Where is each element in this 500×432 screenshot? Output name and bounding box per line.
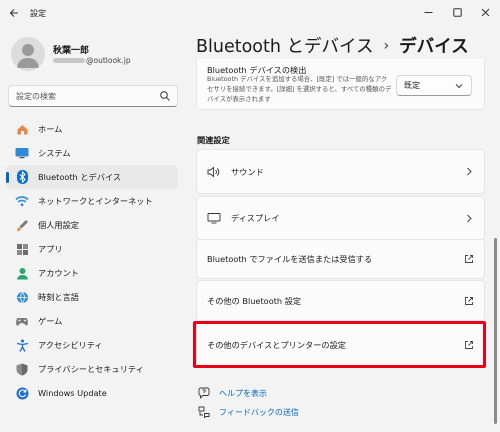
privacy-shield-icon [15,362,29,376]
sidebar-item-accounts[interactable]: アカウント [6,261,178,285]
speaker-icon [207,165,221,179]
minimize-icon [424,11,432,13]
settings-search-box[interactable] [8,85,178,107]
accessibility-icon [15,338,29,352]
sidebar-item-apps[interactable]: アプリ [6,237,178,261]
sidebar-item-label: ネットワークとインターネット [38,196,153,206]
discovery-mode-dropdown[interactable]: 既定 [396,75,472,96]
page-title: デバイス [399,37,469,57]
breadcrumb: Bluetooth とデバイス › デバイス [196,33,469,58]
sidebar-item-gaming[interactable]: ゲーム [6,309,178,333]
network-icon [15,194,29,208]
send-feedback-label: フィードバックの送信 [219,407,299,417]
related-item-sound[interactable]: サウンド [196,149,485,194]
close-button[interactable] [474,3,496,21]
breadcrumb-separator: › [383,37,390,54]
sidebar-item-label: プライバシーとセキュリティ [38,364,144,374]
related-item-label: サウンド [231,166,264,177]
related-item-display[interactable]: ディスプレイ [196,196,485,240]
maximize-icon [452,7,462,17]
time-language-icon [15,290,29,304]
sidebar-item-home[interactable]: ホーム [6,117,178,141]
related-item-more-bluetooth-settings[interactable]: その他の Bluetooth 設定 [196,280,485,321]
breadcrumb-parent[interactable]: Bluetooth とデバイス [196,33,374,58]
user-name: 秋葉一郎 [53,46,90,56]
sidebar-item-label: システム [38,148,71,158]
user-email: @outlook.jp [53,56,131,65]
sidebar-item-label: ゲーム [38,316,63,326]
sidebar-item-accessibility[interactable]: アクセシビリティ [6,333,178,357]
sidebar-item-personalization[interactable]: 個人用設定 [6,213,178,237]
get-help-label: ヘルプを表示 [219,388,267,398]
user-email-domain: @outlook.jp [86,56,131,65]
highlight-box [193,321,486,368]
related-item-label: Bluetooth でファイルを送信または受信する [207,254,373,264]
apps-icon [15,242,29,256]
send-feedback-link[interactable]: フィードバックの送信 [197,405,299,419]
sidebar-item-system[interactable]: システム [6,141,178,165]
feedback-icon [197,405,211,419]
chevron-down-icon [455,84,463,89]
scrollbar[interactable] [494,238,497,424]
search-input[interactable] [9,86,149,106]
system-icon [15,146,29,160]
search-icon[interactable] [159,90,171,102]
sidebar-item-label: アプリ [38,244,63,254]
chevron-right-icon [464,213,474,223]
bluetooth-icon [15,170,29,184]
external-link-icon [464,296,474,306]
related-item-bluetooth-file-transfer[interactable]: Bluetooth でファイルを送信または受信する [196,239,485,279]
related-item-label: その他の Bluetooth 設定 [207,295,302,306]
home-icon [15,122,29,136]
sidebar-nav: ホーム システム Bluetooth とデバイス ネットワークとインターネット … [6,117,178,405]
sidebar-item-label: ホーム [38,124,63,134]
windows-update-icon [15,386,29,400]
account-icon [15,266,29,280]
related-item-label: ディスプレイ [231,213,280,223]
get-help-link[interactable]: ヘルプを表示 [197,386,267,400]
maximize-button[interactable] [446,3,468,21]
related-settings-heading: 関連設定 [197,135,230,145]
close-icon [481,8,489,16]
sidebar-item-windows-update[interactable]: Windows Update [6,381,178,405]
external-link-icon [464,254,474,264]
email-redaction [53,58,85,63]
bluetooth-discovery-card: Bluetooth デバイスの検出 Bluetooth デバイスを追加する場合、… [196,59,485,110]
gaming-icon [15,314,29,328]
sidebar-item-network[interactable]: ネットワークとインターネット [6,189,178,213]
chevron-right-icon [464,167,474,177]
back-arrow-icon [9,9,18,17]
sidebar-item-label: Windows Update [38,388,107,398]
sidebar-item-label: Bluetooth とデバイス [38,172,122,182]
minimize-button[interactable] [417,3,439,21]
back-button[interactable] [6,5,22,21]
sidebar-item-time-language[interactable]: 時刻と言語 [6,285,178,309]
monitor-icon [207,211,221,225]
sidebar-item-label: アカウント [38,268,79,278]
sidebar-item-label: 時刻と言語 [38,292,79,302]
sidebar-item-bluetooth-devices[interactable]: Bluetooth とデバイス [6,165,178,189]
discovery-description: Bluetooth デバイスを追加する場合、[既定] では一般的なアクセサリを接… [207,75,392,103]
personalization-icon [15,218,29,232]
avatar[interactable] [11,37,45,71]
user-avatar-icon [17,44,39,68]
dropdown-selected-value: 既定 [404,81,420,90]
help-icon [197,386,211,400]
title-bar: 設定 [0,0,500,26]
sidebar-item-privacy-security[interactable]: プライバシーとセキュリティ [6,357,178,381]
sidebar-item-label: アクセシビリティ [38,340,103,350]
sidebar-item-label: 個人用設定 [38,220,79,230]
app-title: 設定 [30,9,46,18]
